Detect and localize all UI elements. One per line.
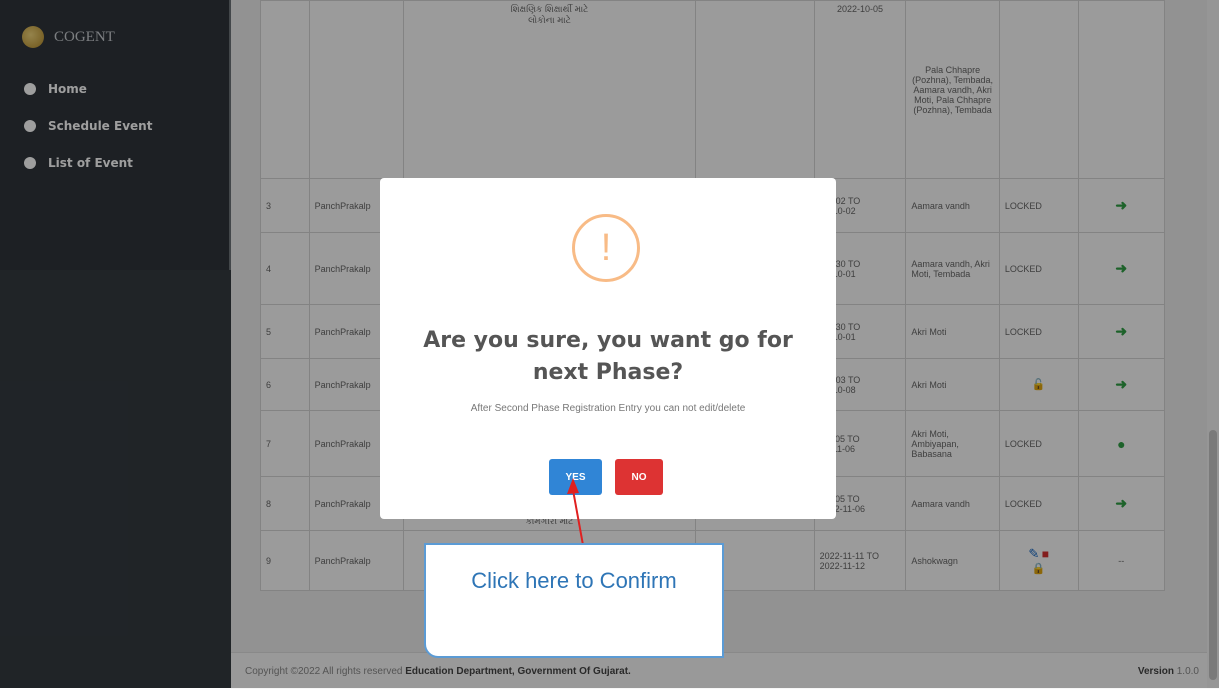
callout-box: Click here to Confirm <box>424 543 724 658</box>
